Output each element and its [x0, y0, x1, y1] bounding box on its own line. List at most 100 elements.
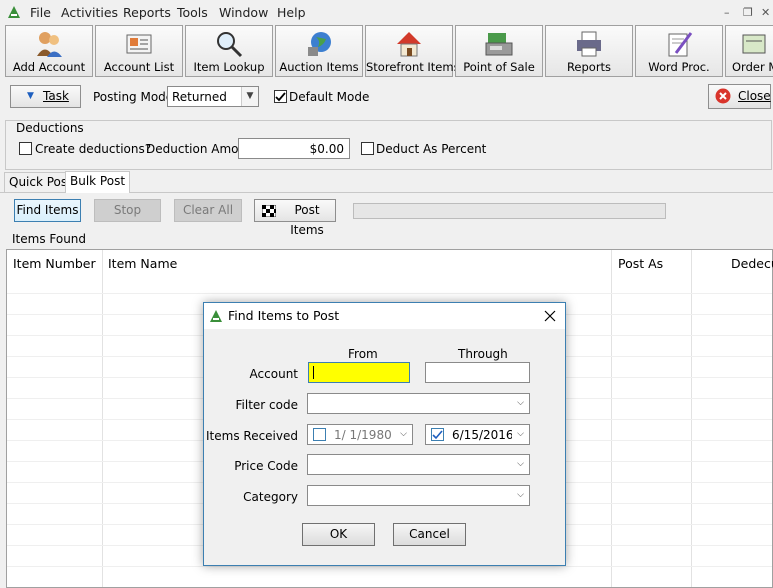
from-label: From	[348, 347, 378, 361]
find-items-dialog: Find Items to Post From Through Account …	[203, 302, 566, 566]
menu-window[interactable]: Window	[219, 5, 268, 20]
received-from-value: 1/ 1/1980	[334, 428, 392, 442]
column-header-item-name[interactable]: Item Name	[108, 256, 177, 271]
filter-code-select[interactable]: ⌵	[307, 393, 530, 414]
menu-help[interactable]: Help	[277, 5, 306, 20]
account-label: Account	[249, 367, 298, 381]
items-received-label: Items Received	[206, 429, 298, 443]
auction-items-button[interactable]: Auction Items	[275, 25, 363, 77]
reports-label: Reports	[566, 60, 612, 74]
cash-register-icon	[485, 33, 513, 56]
add-account-icon	[37, 32, 62, 57]
chevron-down-icon: ⌵	[512, 394, 529, 413]
close-button[interactable]: Close	[708, 84, 771, 109]
triangle-down-icon: ▼	[27, 91, 34, 101]
account-list-button[interactable]: Account List	[95, 25, 183, 77]
dialog-title-bar: Find Items to Post	[204, 303, 565, 329]
default-mode-checkbox[interactable]	[274, 90, 287, 103]
order-icon	[742, 34, 766, 54]
received-through-value: 6/15/2016	[452, 428, 514, 442]
filter-code-label: Filter code	[235, 398, 298, 412]
add-account-button[interactable]: Add Account	[5, 25, 93, 77]
reports-button[interactable]: Reports	[545, 25, 633, 77]
posting-mode-select[interactable]: Returned ▼	[167, 86, 259, 107]
progress-bar	[353, 203, 666, 219]
storefront-items-button[interactable]: Storefront Items	[365, 25, 460, 77]
chevron-down-icon: ⌵	[512, 486, 529, 505]
posting-mode-label: Posting Mode	[93, 90, 174, 104]
stop-button[interactable]: Stop	[94, 199, 161, 222]
account-from-input[interactable]	[308, 362, 410, 383]
category-select[interactable]: ⌵	[307, 485, 530, 506]
create-deductions-label: Create deductions?	[35, 142, 152, 156]
price-code-select[interactable]: ⌵	[307, 454, 530, 475]
app-logo-icon	[210, 310, 222, 322]
word-proc-button[interactable]: Word Proc.	[635, 25, 723, 77]
task-label: Task	[43, 89, 69, 103]
received-from-checkbox[interactable]	[313, 428, 326, 441]
printer-icon	[577, 31, 601, 57]
menu-file[interactable]: File	[30, 5, 51, 20]
item-lookup-label: Item Lookup	[193, 60, 265, 74]
word-proc-label: Word Proc.	[648, 60, 710, 74]
received-through-checkbox[interactable]	[431, 428, 444, 441]
column-header-dedecution[interactable]: Dedecution	[731, 256, 773, 271]
task-button[interactable]: ▼ Task	[10, 85, 81, 108]
menu-tools[interactable]: Tools	[177, 5, 208, 20]
post-items-label: Post Items	[290, 203, 324, 237]
menu-reports[interactable]: Reports	[123, 5, 171, 20]
dialog-title: Find Items to Post	[228, 308, 340, 323]
column-header-post-as[interactable]: Post As	[618, 256, 663, 271]
chevron-down-icon: ⌵	[395, 425, 412, 444]
category-label: Category	[243, 490, 298, 504]
storefront-items-label: Storefront Items	[366, 60, 460, 74]
clear-all-button[interactable]: Clear All	[174, 199, 242, 222]
order-manager-label: Order Ma	[732, 60, 773, 74]
column-header-item-number[interactable]: Item Number	[13, 256, 96, 271]
deductions-group-label: Deductions	[14, 121, 86, 135]
deduct-as-percent-checkbox[interactable]	[361, 142, 374, 155]
account-through-input[interactable]	[425, 362, 530, 383]
menu-bar: File Activities Reports Tools Window Hel…	[0, 0, 773, 24]
point-of-sale-label: Point of Sale	[463, 60, 535, 74]
menu-activities[interactable]: Activities	[61, 5, 118, 20]
tab-bulk-post[interactable]: Bulk Post	[65, 171, 131, 193]
grid-row-line	[7, 566, 772, 567]
house-icon	[397, 32, 421, 57]
close-icon	[715, 88, 731, 104]
word-processor-icon	[668, 32, 693, 57]
deduction-amount-input[interactable]: $0.00	[238, 138, 350, 159]
cancel-button[interactable]: Cancel	[393, 523, 466, 546]
chevron-down-icon: ▼	[241, 87, 258, 106]
checkmark-icon	[432, 430, 443, 440]
restore-icon[interactable]: ❐	[743, 6, 753, 19]
posting-mode-value: Returned	[172, 90, 227, 104]
post-items-button[interactable]: Post Items	[254, 199, 336, 237]
text-cursor	[313, 366, 314, 379]
ok-button[interactable]: OK	[302, 523, 375, 546]
find-items-button[interactable]: Find Items	[14, 199, 81, 222]
create-deductions-checkbox[interactable]	[19, 142, 32, 155]
received-from-date[interactable]: 1/ 1/1980 ⌵	[307, 424, 413, 445]
minimize-icon[interactable]: –	[724, 6, 730, 19]
auction-items-label: Auction Items	[279, 60, 359, 74]
chevron-down-icon: ⌵	[512, 455, 529, 474]
through-label: Through	[458, 347, 508, 361]
default-mode-label: Default Mode	[289, 90, 370, 104]
price-code-label: Price Code	[234, 459, 298, 473]
point-of-sale-button[interactable]: Point of Sale	[455, 25, 543, 77]
close-label: Close	[738, 89, 771, 103]
main-toolbar: Add Account Account List Item Lookup Auc…	[0, 24, 773, 78]
order-manager-button[interactable]: Order Ma	[725, 25, 773, 77]
item-lookup-button[interactable]: Item Lookup	[185, 25, 273, 77]
close-icon[interactable]	[544, 310, 556, 322]
items-found-label: Items Found	[12, 232, 87, 246]
chevron-down-icon: ⌵	[512, 425, 529, 444]
add-account-label: Add Account	[12, 60, 86, 74]
magnifier-icon	[217, 32, 243, 58]
deduction-amount-value: $0.00	[309, 142, 344, 156]
received-through-date[interactable]: 6/15/2016 ⌵	[425, 424, 530, 445]
checkmark-icon	[275, 92, 286, 102]
grid-row-line	[7, 293, 772, 294]
close-window-icon[interactable]: ✕	[761, 6, 770, 19]
